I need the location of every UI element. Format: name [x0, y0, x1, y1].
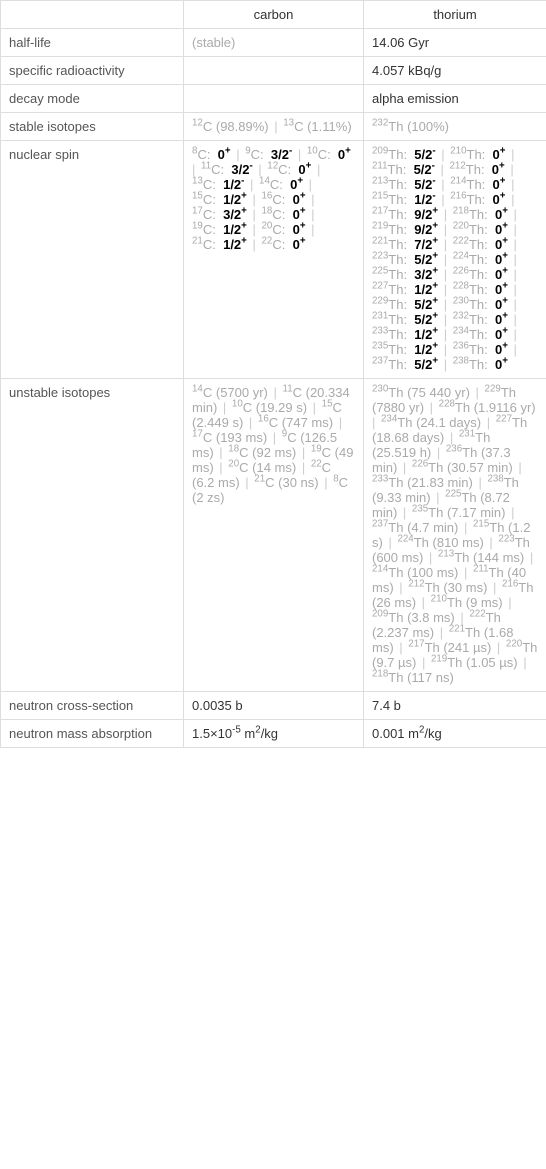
label-spec-radio: specific radioactivity — [1, 57, 184, 85]
row-neutron-cs: neutron cross-section 0.0035 b 7.4 b — [1, 692, 546, 720]
label-unstable-isotopes: unstable isotopes — [1, 379, 184, 692]
nma-th-post: /kg — [424, 726, 441, 741]
nuclear-spin-thorium: 209Th: 5/2- | 210Th: 0+ | 211Th: 5/2- | … — [364, 141, 546, 379]
label-decay-mode: decay mode — [1, 85, 184, 113]
spec-radio-carbon — [184, 57, 364, 85]
header-carbon: carbon — [184, 1, 364, 29]
label-stable-isotopes: stable isotopes — [1, 113, 184, 141]
nma-c-post: m — [241, 726, 255, 741]
neutron-mass-abs-carbon: 1.5×10-5 m2/kg — [184, 720, 364, 748]
row-spec-radio: specific radioactivity 4.057 kBq/g — [1, 57, 546, 85]
nma-c-tail: /kg — [261, 726, 278, 741]
label-half-life: half-life — [1, 29, 184, 57]
nuclear-spin-carbon: 8C: 0+ | 9C: 3/2- | 10C: 0+ | 11C: 3/2- … — [184, 141, 364, 379]
header-thorium: thorium — [364, 1, 546, 29]
decay-mode-carbon — [184, 85, 364, 113]
unstable-isotopes-thorium: 230Th (75 440 yr) | 229Th (7880 yr) | 22… — [364, 379, 546, 692]
row-unstable-isotopes: unstable isotopes 14C (5700 yr) | 11C (2… — [1, 379, 546, 692]
comparison-table: carbon thorium half-life (stable) 14.06 … — [0, 0, 546, 748]
row-neutron-mass-abs: neutron mass absorption 1.5×10-5 m2/kg 0… — [1, 720, 546, 748]
decay-mode-thorium: alpha emission — [364, 85, 546, 113]
label-neutron-mass-abs: neutron mass absorption — [1, 720, 184, 748]
neutron-cs-carbon: 0.0035 b — [184, 692, 364, 720]
nma-c-sup: -5 — [232, 725, 241, 736]
header-blank — [1, 1, 184, 29]
unstable-isotopes-carbon: 14C (5700 yr) | 11C (20.334 min) | 10C (… — [184, 379, 364, 692]
half-life-carbon: (stable) — [184, 29, 364, 57]
row-half-life: half-life (stable) 14.06 Gyr — [1, 29, 546, 57]
nma-th-pre: 0.001 m — [372, 726, 419, 741]
stable-isotopes-carbon: 12C (98.89%) | 13C (1.11%) — [184, 113, 364, 141]
label-neutron-cs: neutron cross-section — [1, 692, 184, 720]
label-nuclear-spin: nuclear spin — [1, 141, 184, 379]
spec-radio-thorium: 4.057 kBq/g — [364, 57, 546, 85]
neutron-mass-abs-thorium: 0.001 m2/kg — [364, 720, 546, 748]
header-row: carbon thorium — [1, 1, 546, 29]
stable-isotopes-thorium: 232Th (100%) — [364, 113, 546, 141]
nma-c-pre: 1.5×10 — [192, 726, 232, 741]
row-nuclear-spin: nuclear spin 8C: 0+ | 9C: 3/2- | 10C: 0+… — [1, 141, 546, 379]
neutron-cs-thorium: 7.4 b — [364, 692, 546, 720]
half-life-thorium: 14.06 Gyr — [364, 29, 546, 57]
row-decay-mode: decay mode alpha emission — [1, 85, 546, 113]
row-stable-isotopes: stable isotopes 12C (98.89%) | 13C (1.11… — [1, 113, 546, 141]
